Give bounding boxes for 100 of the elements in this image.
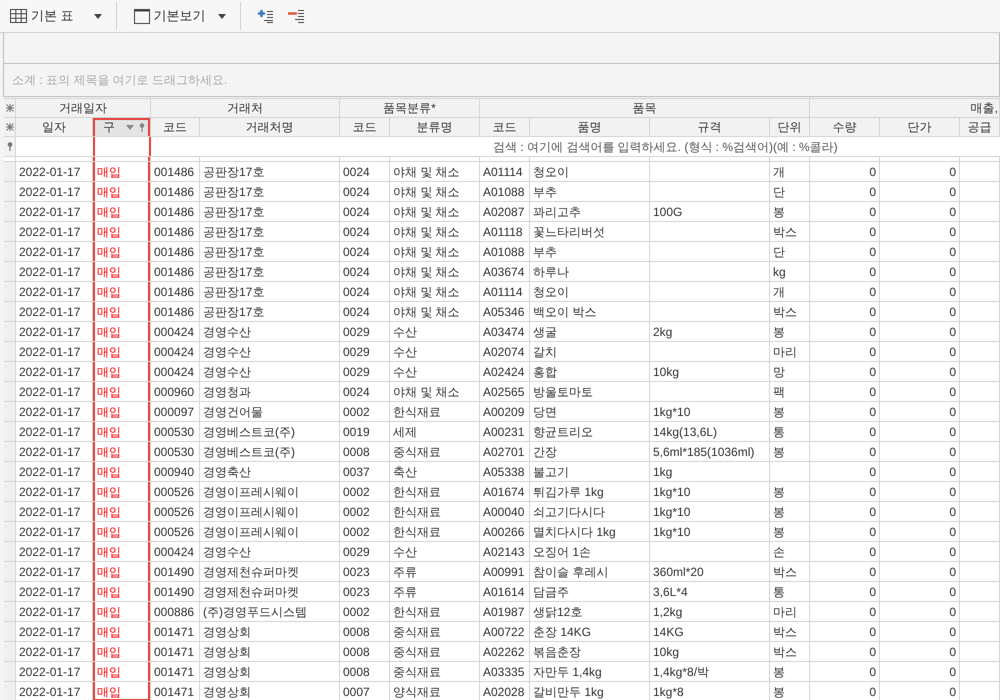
table-cell: 0 <box>880 662 960 682</box>
table-cell: A05338 <box>480 462 530 482</box>
table-cell: 0 <box>810 502 880 522</box>
window-icon <box>134 8 150 24</box>
table-cell: 001486 <box>151 282 200 302</box>
row-selector[interactable] <box>4 202 16 222</box>
table-cell: 14KG <box>650 622 770 642</box>
table-cell: 매입 <box>93 682 151 700</box>
table-cell: 0 <box>810 422 880 442</box>
row-selector[interactable] <box>4 522 16 542</box>
table-cell: 2022-01-17 <box>16 362 93 382</box>
table-cell: 0 <box>880 382 960 402</box>
table-cell: 0 <box>880 202 960 222</box>
table-cell: 0 <box>810 322 880 342</box>
row-selector[interactable] <box>4 322 16 342</box>
table-cell: A01088 <box>480 242 530 262</box>
row-selector[interactable] <box>4 502 16 522</box>
table-cell: 0024 <box>340 282 390 302</box>
row-selector[interactable] <box>4 442 16 462</box>
column-header[interactable]: 단위 <box>770 118 810 137</box>
table-cell: 0 <box>810 602 880 622</box>
row-selector[interactable] <box>4 482 16 502</box>
table-cell: 멸치다시다 1kg <box>530 522 650 542</box>
table-cell: 공판장17호 <box>200 282 340 302</box>
table-cell: A05346 <box>480 302 530 322</box>
table-cell: 봉 <box>770 202 810 222</box>
filter-cell[interactable] <box>93 137 151 157</box>
row-selector[interactable] <box>4 422 16 442</box>
table-cell: 0 <box>880 342 960 362</box>
table-cell: 0 <box>810 582 880 602</box>
row-selector[interactable] <box>4 622 16 642</box>
table-cell: 공판장17호 <box>200 242 340 262</box>
row-selector[interactable] <box>4 182 16 202</box>
table-cell: 0 <box>880 482 960 502</box>
table-cell: 1kg*10 <box>650 522 770 542</box>
table-cell: 0029 <box>340 362 390 382</box>
column-header[interactable]: 일자 <box>16 118 93 137</box>
table-cell: 0 <box>880 502 960 522</box>
table-cell: 매입 <box>93 322 151 342</box>
table-cell: 2022-01-17 <box>16 602 93 622</box>
row-selector[interactable] <box>4 282 16 302</box>
row-selector[interactable] <box>4 242 16 262</box>
table-cell: 공판장17호 <box>200 302 340 322</box>
row-selector[interactable] <box>4 562 16 582</box>
row-selector[interactable] <box>4 162 16 182</box>
caret-icon <box>126 124 134 130</box>
table-cell: 0 <box>880 322 960 342</box>
table-cell: 2022-01-17 <box>16 582 93 602</box>
column-header[interactable]: 코드 <box>480 118 530 137</box>
table-cell: 0 <box>880 542 960 562</box>
table-cell: 0 <box>880 622 960 642</box>
table-cell: 매입 <box>93 642 151 662</box>
table-cell: 000886 <box>151 602 200 622</box>
column-header[interactable]: 수량 <box>810 118 880 137</box>
table-cell: 0 <box>880 642 960 662</box>
table-cell: 백오이 박스 <box>530 302 650 322</box>
row-selector[interactable] <box>4 362 16 382</box>
row-selector[interactable] <box>4 302 16 322</box>
table-cell: 수산 <box>390 342 480 362</box>
column-header[interactable]: 구 <box>93 118 151 137</box>
row-selector[interactable] <box>4 662 16 682</box>
table-cell: 2022-01-17 <box>16 562 93 582</box>
table-cell: 야채 및 채소 <box>390 182 480 202</box>
layout-view-dropdown[interactable]: 기본보기 <box>116 2 240 30</box>
table-cell: 001471 <box>151 682 200 700</box>
row-selector[interactable] <box>4 222 16 242</box>
row-selector[interactable] <box>4 462 16 482</box>
table-cell: 0 <box>810 282 880 302</box>
table-cell: 경영제천슈퍼마켓 <box>200 562 340 582</box>
table-cell: 중식재료 <box>390 622 480 642</box>
column-header[interactable]: 코드 <box>340 118 390 137</box>
row-selector[interactable] <box>4 262 16 282</box>
row-selector[interactable] <box>4 382 16 402</box>
table-cell: 0 <box>810 562 880 582</box>
table-cell: 0 <box>810 342 880 362</box>
row-selector[interactable] <box>4 342 16 362</box>
table-cell: 매입 <box>93 602 151 622</box>
table-cell: 0024 <box>340 302 390 322</box>
row-selector[interactable] <box>4 682 16 700</box>
row-selector[interactable] <box>4 402 16 422</box>
column-header[interactable]: 품명 <box>530 118 650 137</box>
table-cell: A00266 <box>480 522 530 542</box>
column-header[interactable]: 규격 <box>650 118 770 137</box>
row-selector[interactable] <box>4 602 16 622</box>
row-selector[interactable] <box>4 542 16 562</box>
table-cell: 000526 <box>151 522 200 542</box>
row-selector[interactable] <box>4 642 16 662</box>
table-cell: 매입 <box>93 462 151 482</box>
table-view-dropdown[interactable]: 기본 표 <box>0 2 116 30</box>
table-cell: 2022-01-17 <box>16 242 93 262</box>
column-header[interactable]: 공급 <box>960 118 1000 137</box>
column-header[interactable]: 거래처명 <box>200 118 340 137</box>
row-selector[interactable] <box>4 582 16 602</box>
table-cell: 꽃느타리버섯 <box>530 222 650 242</box>
table-cell: 주류 <box>390 582 480 602</box>
table-cell: A01118 <box>480 222 530 242</box>
column-header[interactable]: 분류명 <box>390 118 480 137</box>
table-cell: 001486 <box>151 262 200 282</box>
column-header[interactable]: 단가 <box>880 118 960 137</box>
column-header[interactable]: 코드 <box>151 118 200 137</box>
